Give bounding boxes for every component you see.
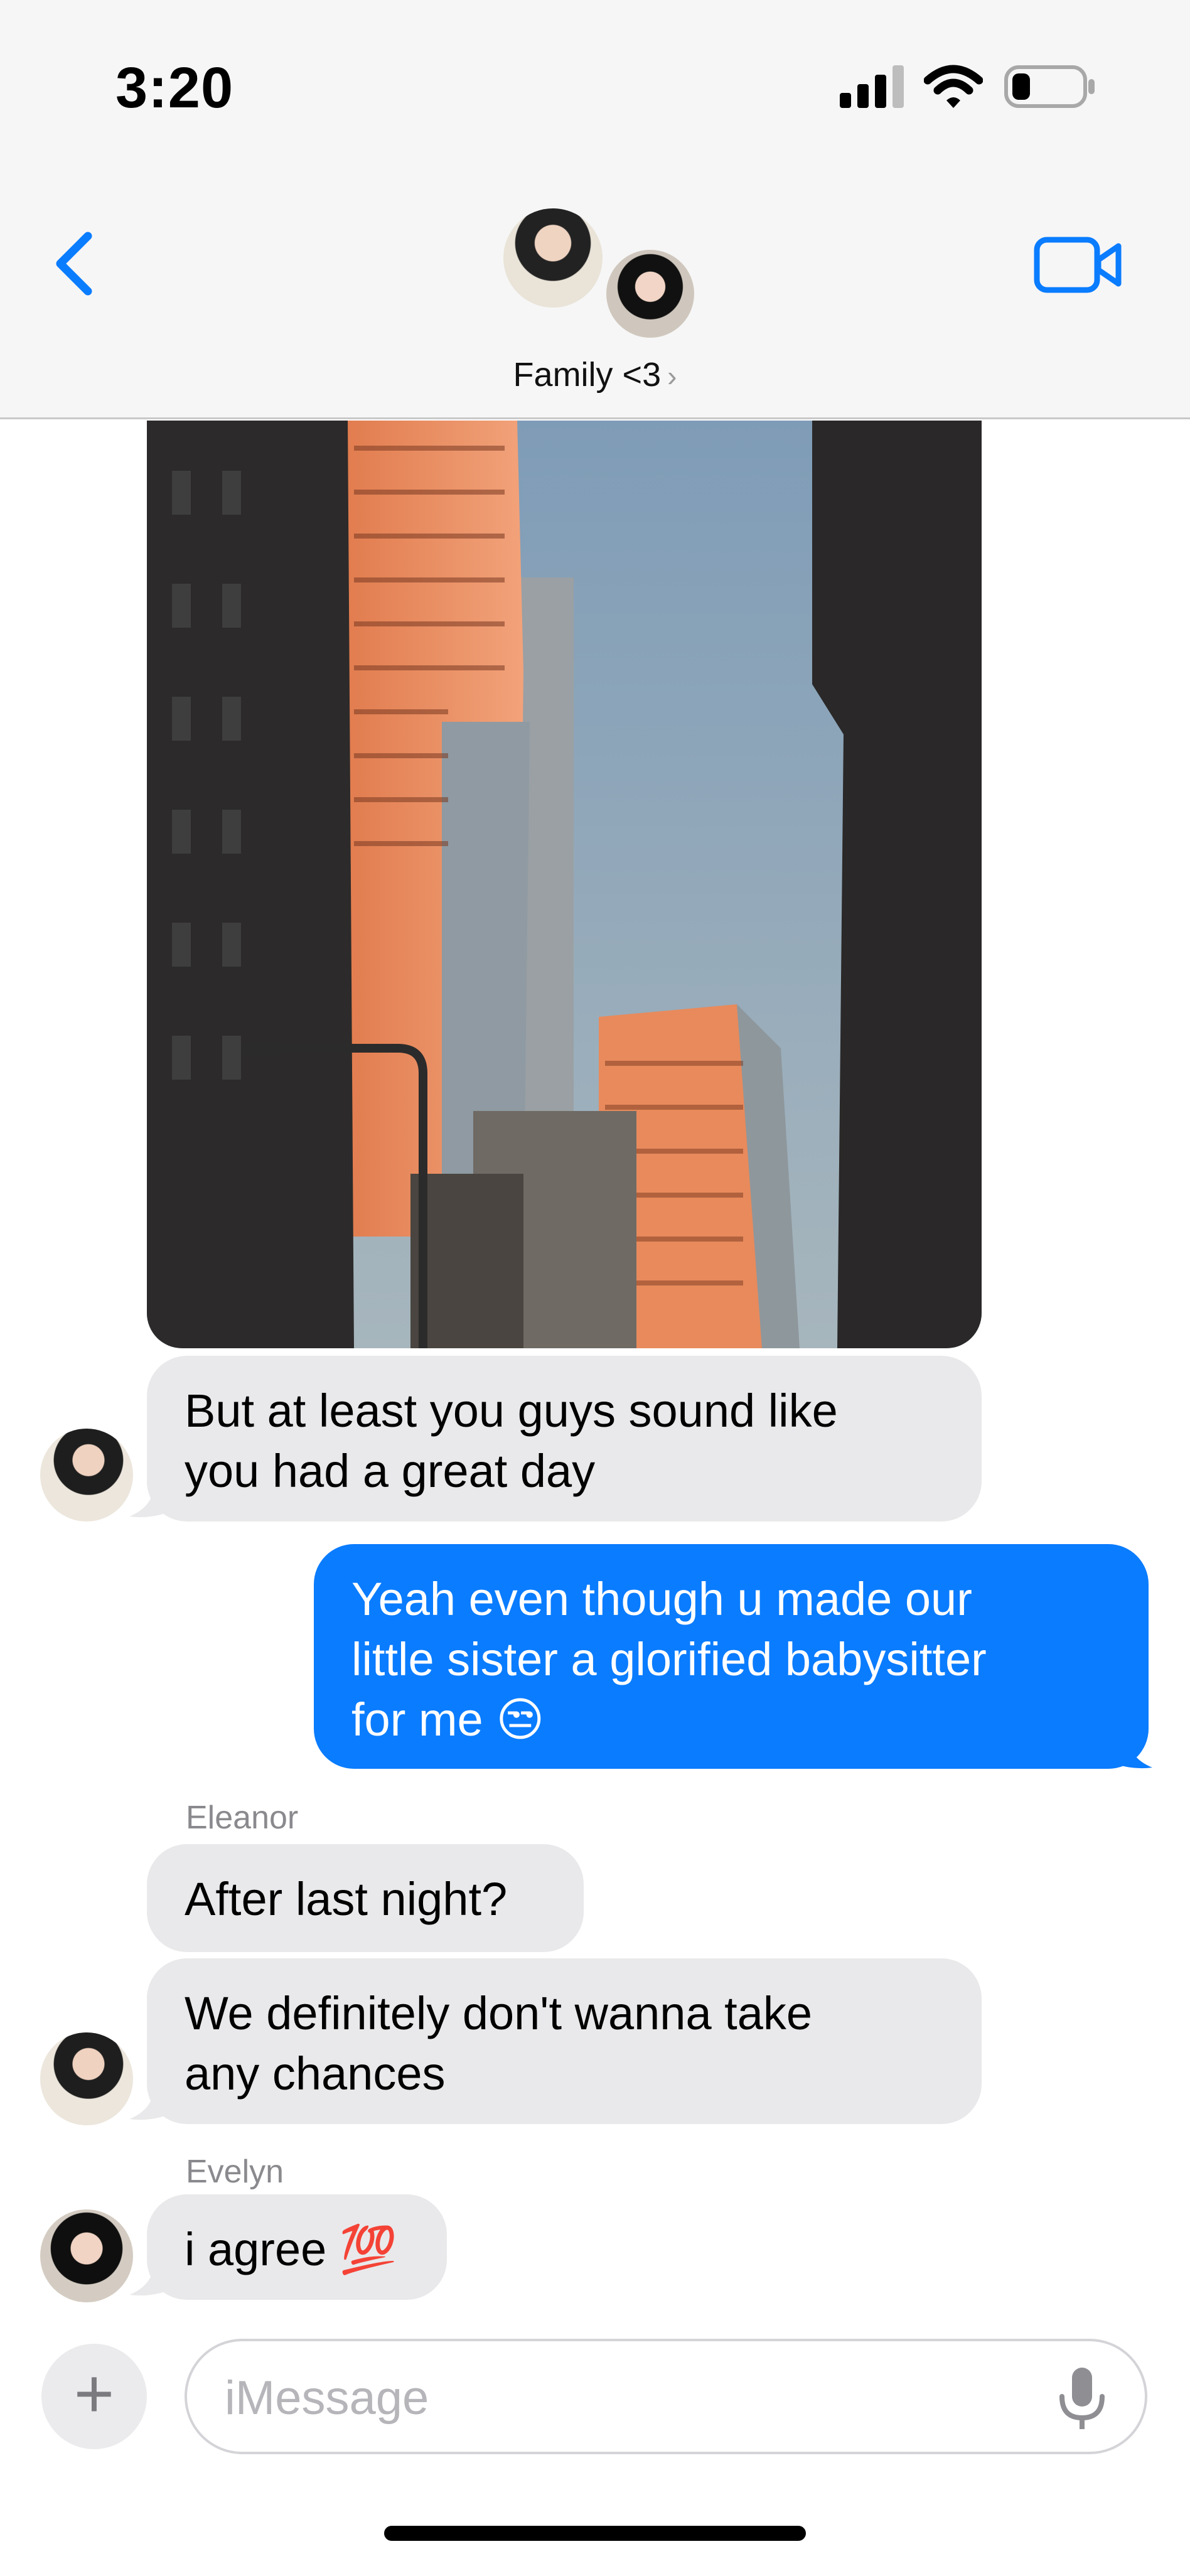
sender-avatar[interactable] [40,2209,133,2302]
video-call-button[interactable] [1033,233,1123,296]
add-attachment-button[interactable]: + [41,2344,147,2449]
message-bubble-incoming[interactable]: i agree 💯 [147,2194,447,2300]
sender-avatar[interactable] [40,2032,133,2125]
message-bubble-incoming[interactable]: After last night? [147,1844,584,1952]
microphone-icon[interactable] [1056,2365,1108,2433]
message-line: After last night? [185,1873,508,1925]
cellular-signal-icon [840,65,904,108]
message-bubble-incoming[interactable]: But at least you guys sound like you had… [147,1356,982,1521]
message-line: i agree 💯 [185,2223,397,2275]
plus-icon: + [73,2355,115,2432]
message-line: you had a great day [185,1445,596,1497]
sender-name: Evelyn [186,2154,284,2190]
group-avatar-secondary[interactable] [603,246,698,341]
message-composer: + [0,2316,1190,2576]
message-field[interactable] [185,2339,1147,2454]
sender-avatar[interactable] [40,1429,133,1521]
home-indicator[interactable] [384,2526,806,2541]
message-line: little sister a glorified babysitter [351,1633,987,1685]
message-line: We definitely don't wanna take [185,1987,813,2039]
message-line: any chances [185,2047,446,2100]
group-name-link[interactable]: Family <3 › [0,355,1190,394]
group-name: Family <3 [513,356,662,394]
messages-screen: 3:20 Family <3 › But at least you guys s… [0,0,1190,2576]
status-time: 3:20 [115,56,234,120]
message-line: Yeah even though u made our [351,1573,972,1625]
wifi-icon [924,65,983,108]
group-avatar-primary[interactable] [500,205,606,311]
sender-name: Eleanor [186,1800,299,1836]
battery-low-icon [1004,65,1095,108]
imessage-input[interactable] [225,2366,1041,2429]
city-street-photo [147,421,982,1348]
message-bubble-outgoing[interactable]: Yeah even though u made our little siste… [314,1544,1149,1769]
chevron-right-icon: › [667,360,677,392]
photo-message[interactable] [147,421,982,1348]
back-button[interactable] [44,226,107,301]
message-line: But at least you guys sound like [185,1385,838,1437]
conversation-header: 3:20 Family <3 › [0,0,1190,419]
message-line: for me 😒 [351,1693,545,1746]
message-bubble-incoming[interactable]: We definitely don't wanna take any chanc… [147,1958,982,2124]
